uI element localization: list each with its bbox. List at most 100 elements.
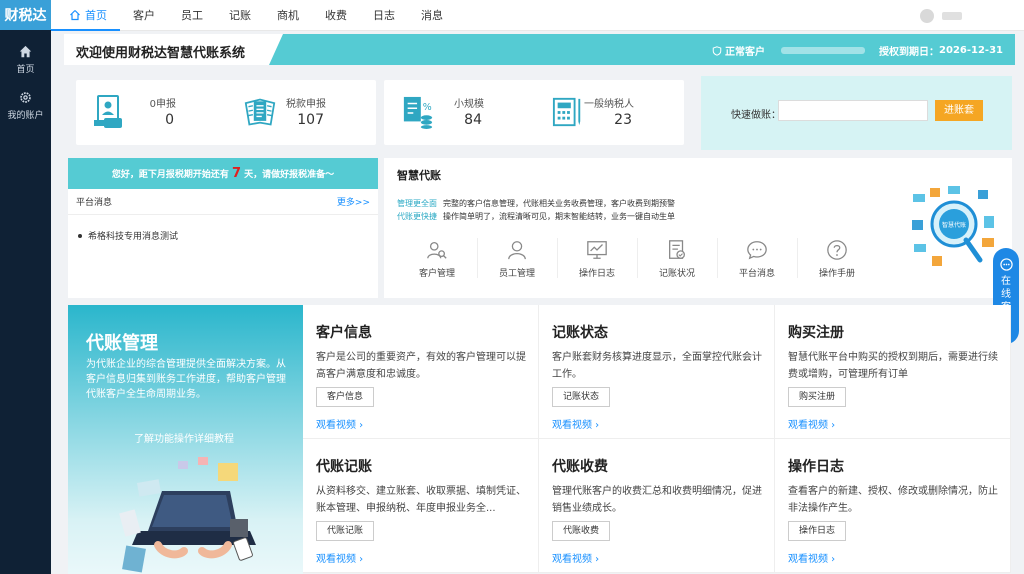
nav-charges[interactable]: 收费: [312, 0, 360, 31]
page-title: 欢迎使用财税达智慧代账系统: [76, 46, 246, 61]
watch-video-link[interactable]: 观看视频 ›: [788, 416, 835, 431]
help-icon: [827, 240, 847, 260]
tax-reminder-banner: 您好，距下月报税期开始还有 7 天，请做好报税准备～: [68, 158, 378, 189]
stats-card-declaration: 0申报 0 税款申报 107: [76, 80, 376, 145]
module-title: 代账记账: [316, 459, 372, 475]
stat-zero-declaration[interactable]: 0申报 0: [76, 80, 226, 145]
module-title: 操作日志: [788, 459, 844, 475]
watch-video-link[interactable]: 观看视频 ›: [552, 550, 599, 565]
module-card-agency-bookkeeping: 代账记账 从资料移交、建立账套、收取票据、填制凭证、账本管理、申报纳税、年度申报…: [303, 439, 539, 573]
stats-card-taxpayer: % 小规模 84 一般纳税人 23: [384, 80, 684, 145]
smart-feature-line: 代账更快捷 操作简单明了，流程清晰可见，期末智能结转，业务一键自动生单: [397, 212, 675, 221]
notice-title: 平台消息: [76, 198, 113, 208]
illustration-badge: 智慧代账: [942, 221, 966, 229]
chat-icon: [999, 258, 1013, 271]
quick-link-employee-manage[interactable]: 员工管理: [477, 239, 557, 281]
days-remaining: 7: [231, 166, 242, 181]
user-menu[interactable]: [920, 9, 962, 23]
stat-small-scale[interactable]: % 小规模 84: [384, 80, 534, 145]
module-title: 客户信息: [316, 325, 372, 341]
logo[interactable]: 财税达: [0, 0, 51, 31]
gear-icon: [20, 92, 31, 103]
watch-video-link[interactable]: 观看视频 ›: [316, 416, 363, 431]
purchase-register-button[interactable]: 购买注册: [788, 387, 847, 407]
stat-label: 一般纳税人: [584, 99, 634, 110]
quick-link-bookkeeping-status[interactable]: 记账状况: [637, 239, 717, 281]
enter-account-button[interactable]: 进账套: [935, 100, 983, 121]
sidebar-item-home[interactable]: 首页: [0, 37, 51, 83]
smart-bookkeeping-illustration: 智慧代账: [910, 184, 1002, 276]
nav-messages[interactable]: 消息: [408, 0, 456, 31]
auth-date: 2026-12-31: [939, 45, 1003, 56]
sidebar-item-label: 首页: [16, 65, 35, 75]
smart-title: 智慧代账: [397, 169, 441, 182]
module-card-customer-info: 客户信息 客户是公司的重要资产，有效的客户管理可以提高客户满意度和忠诚度。 客户…: [303, 305, 539, 439]
home-icon: [70, 10, 80, 21]
welcome-banner: 欢迎使用财税达智慧代账系统 正常客户 授权到期日： 2026-12-31: [64, 34, 1015, 65]
sidebar-item-label: 我的账户: [7, 111, 44, 121]
auth-label: 授权到期日：: [879, 47, 940, 58]
quick-bookkeeping: 快速做账： 进账套: [701, 76, 1012, 150]
module-card-operation-log: 操作日志 查看客户的新建、授权、修改或删除情况，防止非法操作产生。 操作日志 观…: [775, 439, 1011, 573]
stat-value: 23: [614, 112, 632, 128]
sidebar-item-account[interactable]: 我的账户: [0, 83, 51, 129]
avatar: [920, 9, 934, 23]
sidebar: 财税达 首页 我的账户: [0, 0, 51, 574]
agency-charges-button[interactable]: 代账收费: [552, 521, 611, 541]
module-description: 管理代账客户的收费汇总和收费明细情况，促进销售业绩成长。: [552, 486, 762, 514]
agency-bookkeeping-button[interactable]: 代账记账: [316, 521, 375, 541]
message-icon: [747, 241, 767, 260]
module-description: 查看客户的新建、授权、修改或删除情况，防止非法操作产生。: [788, 486, 998, 514]
home-icon: [19, 45, 32, 58]
employee-manage-icon: [508, 241, 526, 260]
bookkeeping-status-icon: [669, 240, 685, 259]
module-card-purchase: 购买注册 智慧代账平台中购买的授权到期后，需要进行续费或增购，可管理所有订单 购…: [775, 305, 1011, 439]
nav-employee[interactable]: 员工: [168, 0, 216, 31]
nav-opportunity[interactable]: 商机: [264, 0, 312, 31]
notice-panel: 您好，距下月报税期开始还有 7 天，请做好报税准备～ 平台消息 更多>> 希格科…: [68, 158, 378, 298]
watch-video-link[interactable]: 观看视频 ›: [552, 416, 599, 431]
smart-feature-line: 管理更全面 完整的客户信息管理，代账相关业务收费管理，客户收费到期预警: [397, 199, 675, 208]
stat-value: 107: [297, 112, 324, 128]
module-card-bookkeeping-status: 记账状态 客户账套财务核算进度显示，全面掌控代账会计工作。 记账状态 观看视频 …: [539, 305, 775, 439]
list-item[interactable]: 希格科技专用消息测试: [68, 229, 378, 242]
module-description: 智慧代账平台中购买的授权到期后，需要进行续费或增购，可管理所有订单: [788, 352, 998, 380]
module-description: 客户是公司的重要资产，有效的客户管理可以提高客户满意度和忠诚度。: [316, 352, 526, 380]
module-card-agency-charges: 代账收费 管理代账客户的收费汇总和收费明细情况，促进销售业绩成长。 代账收费 观…: [539, 439, 775, 573]
stat-value: 0: [165, 112, 174, 128]
tutorial-link[interactable]: 了解功能操作详细教程: [134, 430, 234, 445]
quick-account-input[interactable]: [778, 100, 928, 121]
user-name-blurred: [942, 12, 962, 20]
quick-link-customer-manage[interactable]: 客户管理: [397, 239, 477, 281]
more-link[interactable]: 更多>>: [337, 195, 370, 208]
stat-label: 0申报: [149, 99, 176, 110]
quick-link-platform-message[interactable]: 平台消息: [717, 239, 797, 281]
stat-general-taxpayer[interactable]: 一般纳税人 23: [534, 80, 684, 145]
nav-log[interactable]: 日志: [360, 0, 408, 31]
module-description: 从资料移交、建立账套、收取票据、填制凭证、账本管理、申报纳税、年度申报业务全..…: [316, 486, 526, 514]
nav-home[interactable]: 首页: [51, 0, 120, 31]
stat-label: 税款申报: [286, 99, 326, 110]
customer-info-button[interactable]: 客户信息: [316, 387, 375, 407]
top-nav: 首页 客户 员工 记账 商机 收费 日志 消息: [51, 0, 1024, 31]
operation-log-button[interactable]: 操作日志: [788, 521, 847, 541]
status-badge: 正常客户: [712, 43, 765, 58]
module-title: 代账收费: [552, 459, 608, 475]
nav-bookkeeping[interactable]: 记账: [216, 0, 264, 31]
watch-video-link[interactable]: 观看视频 ›: [316, 550, 363, 565]
quick-link-manual[interactable]: 操作手册: [797, 239, 877, 281]
module-title: 记账状态: [552, 325, 608, 341]
nav-customer[interactable]: 客户: [120, 0, 168, 31]
watch-video-link[interactable]: 观看视频 ›: [788, 550, 835, 565]
module-description: 客户账套财务核算进度显示，全面掌控代账会计工作。: [552, 352, 762, 380]
quick-label: 快速做账：: [731, 110, 781, 121]
customer-manage-icon: [427, 242, 447, 259]
smart-panel: 智慧代账 管理更全面 完整的客户信息管理，代账相关业务收费管理，客户收费到期预警 …: [384, 158, 1012, 298]
bookkeeping-status-button[interactable]: 记账状态: [552, 387, 611, 407]
laptop-illustration: [119, 457, 256, 573]
company-name-blurred: [781, 47, 866, 54]
shield-icon: [712, 45, 722, 56]
quick-link-operation-log[interactable]: 操作日志: [557, 239, 637, 281]
stat-tax-declaration[interactable]: 税款申报 107: [226, 80, 376, 145]
feature-title: 代账管理: [86, 333, 158, 354]
